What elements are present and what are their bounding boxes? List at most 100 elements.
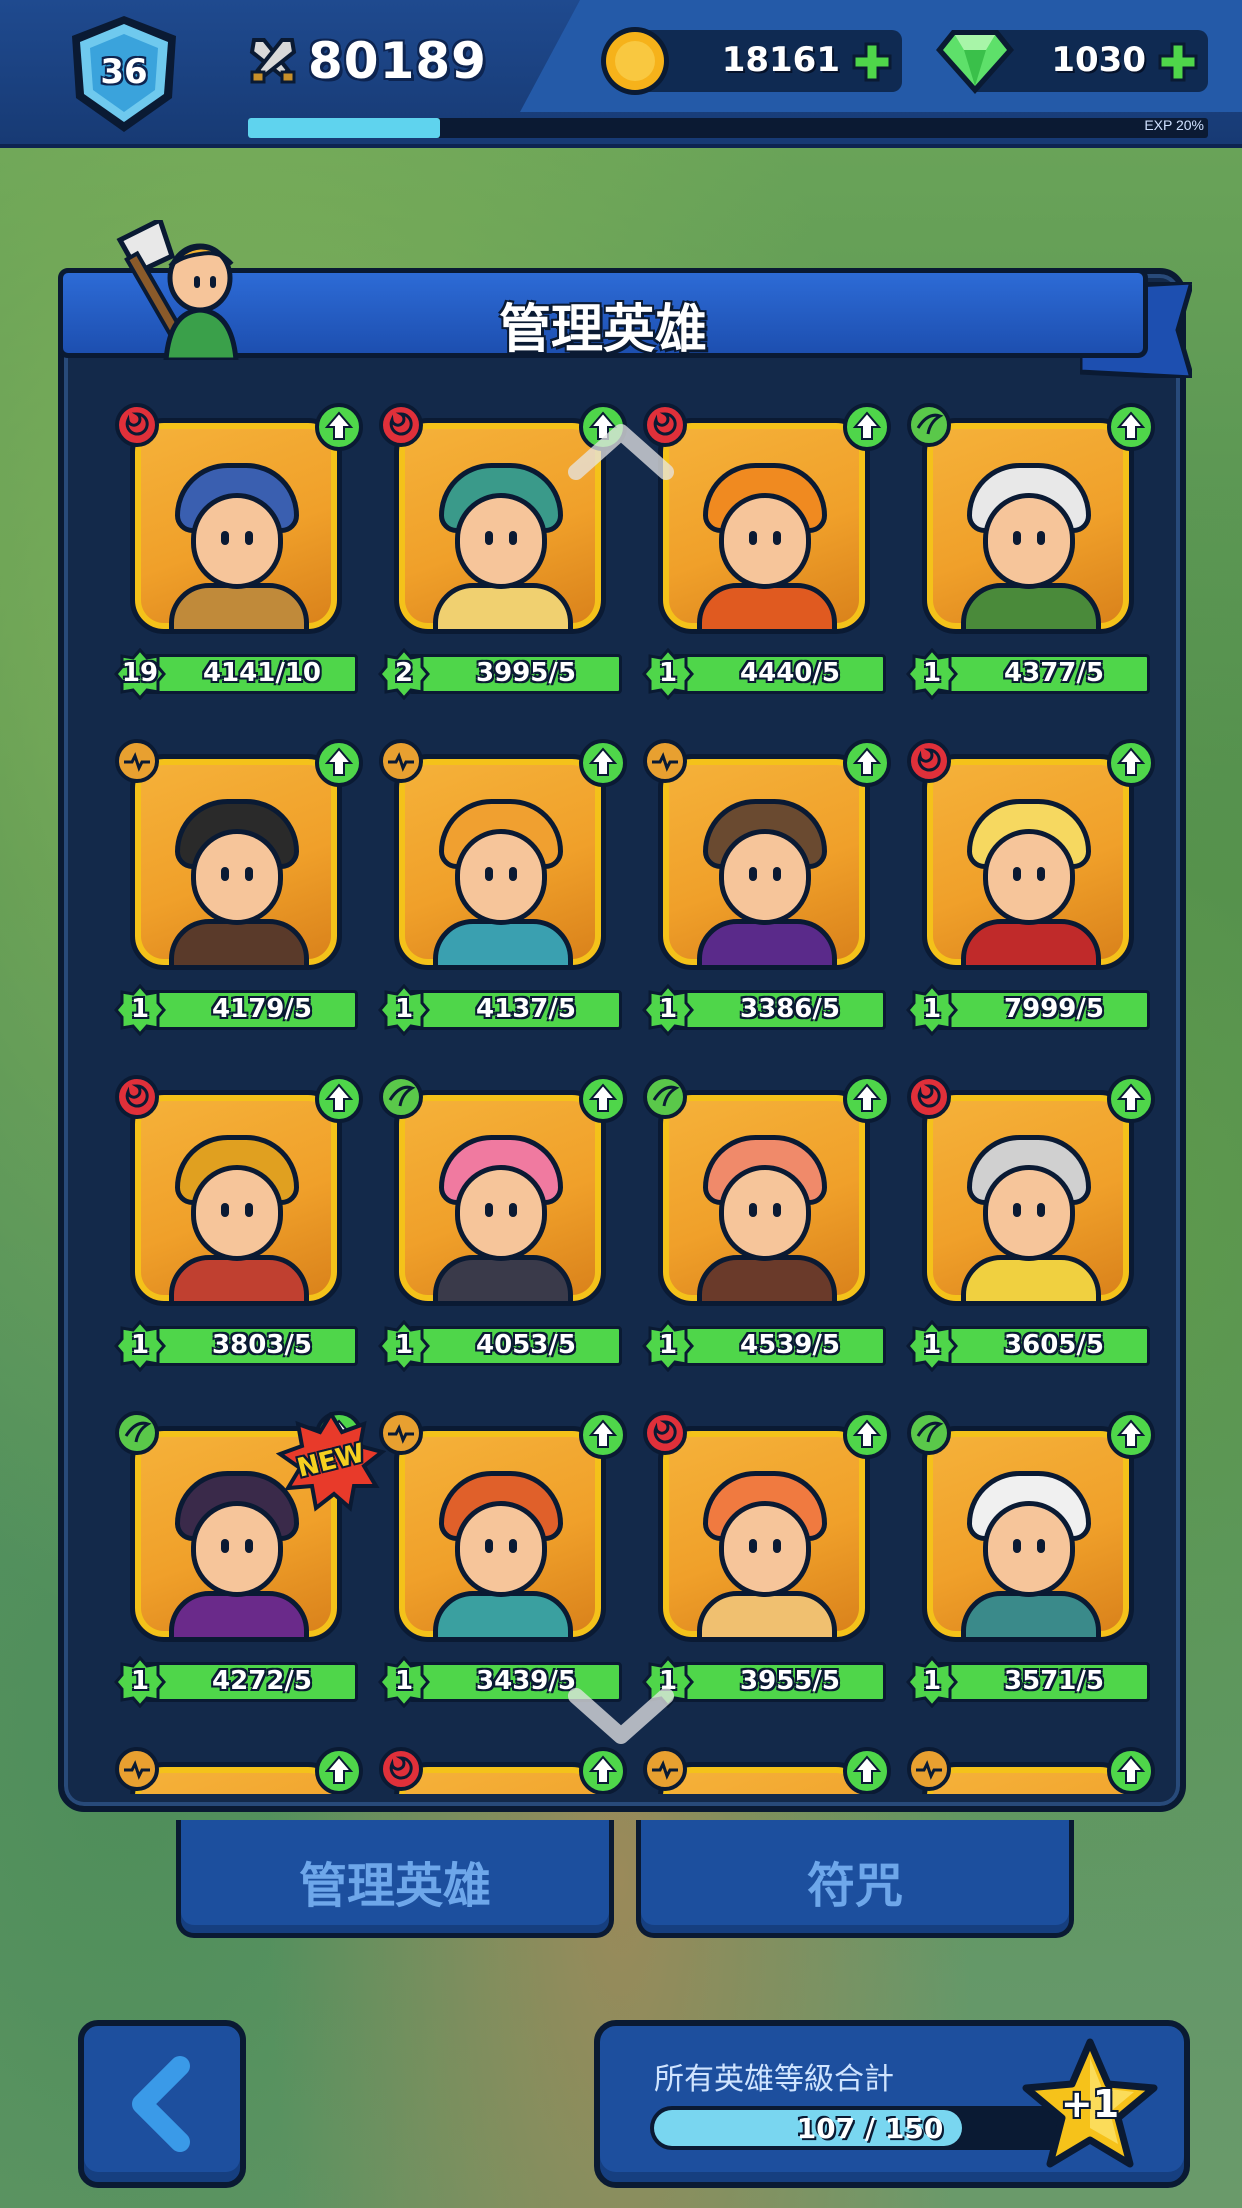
hero-face (983, 493, 1075, 589)
upgrade-arrow-icon[interactable] (1106, 402, 1156, 452)
hero-card[interactable]: 1 4179/5 (114, 739, 363, 1040)
hero-eye (509, 1203, 517, 1217)
hero-body (169, 1591, 309, 1637)
upgrade-arrow-icon[interactable] (578, 1746, 628, 1794)
hero-eye (221, 531, 229, 545)
hero-level: 1 (658, 658, 678, 688)
hero-power: 4137/5 (476, 994, 576, 1024)
hero-stats-bar: 1 4272/5 (114, 1656, 360, 1708)
hero-body (961, 919, 1101, 965)
upgrade-arrow-icon[interactable] (314, 402, 364, 452)
hero-card[interactable] (115, 1747, 363, 1794)
hero-card[interactable]: 1 3386/5 (642, 739, 891, 1040)
hero-card[interactable]: 1 7999/5 (906, 739, 1155, 1040)
level-reward-star[interactable]: +1 (1020, 2036, 1160, 2176)
upgrade-arrow-icon[interactable] (314, 1074, 364, 1124)
hero-card[interactable]: 1 4539/5 (642, 1075, 891, 1376)
upgrade-arrow-icon[interactable] (578, 1074, 628, 1124)
hero-level: 19 (121, 658, 159, 688)
hero-stats-bar: 1 4179/5 (114, 984, 360, 1036)
hero-card[interactable] (379, 1747, 627, 1794)
hero-card[interactable] (907, 1747, 1155, 1794)
hero-card[interactable]: 1 3605/5 (906, 1075, 1155, 1376)
hero-power: 3571/5 (1004, 1666, 1104, 1696)
add-coins-icon[interactable] (850, 40, 894, 84)
hero-eye (1037, 531, 1045, 545)
heroes-grid[interactable]: 19 4141/10 2 3995/5 1 4440/5 1 4377/5 1 4179/5 1 41… (100, 390, 1160, 1794)
upgrade-arrow-icon[interactable] (578, 738, 628, 788)
hero-card[interactable]: 1 3955/5 (642, 1411, 891, 1712)
upgrade-arrow-icon[interactable] (1106, 738, 1156, 788)
gem-icon (936, 30, 1014, 94)
hero-eye (773, 867, 781, 881)
hero-face (455, 493, 547, 589)
hero-level: 1 (394, 1330, 414, 1360)
hero-stats-bar: 1 4137/5 (378, 984, 624, 1036)
player-level-badge[interactable]: 36 (62, 12, 186, 136)
upgrade-arrow-icon[interactable] (842, 1746, 892, 1794)
upgrade-arrow-icon[interactable] (842, 1410, 892, 1460)
hero-stats-bar: 1 3571/5 (906, 1656, 1152, 1708)
hero-level: 1 (922, 994, 942, 1024)
hero-card[interactable]: 19 4141/10 (114, 403, 363, 704)
upgrade-arrow-icon[interactable] (842, 738, 892, 788)
add-gems-icon[interactable] (1156, 40, 1200, 84)
wind-element-icon (643, 1075, 687, 1119)
fire-element-icon (643, 1411, 687, 1455)
upgrade-arrow-icon[interactable] (314, 738, 364, 788)
tab-charms[interactable]: 符咒 (636, 1820, 1074, 1938)
wind-element-icon (379, 1075, 423, 1119)
hero-level: 1 (130, 1666, 150, 1696)
ice-priestess-hero-portrait (394, 754, 606, 970)
hero-eye (1037, 1203, 1045, 1217)
fire-element-icon (907, 1075, 951, 1119)
upgrade-arrow-icon[interactable] (1106, 1074, 1156, 1124)
upgrade-arrow-icon[interactable] (842, 1074, 892, 1124)
back-button[interactable] (78, 2020, 246, 2188)
hero-eye (221, 867, 229, 881)
flame-queen-hero-portrait (394, 1426, 606, 1642)
new-badge: NEW (275, 1410, 387, 1512)
orange-hooded-hero-portrait (658, 418, 870, 634)
fire-element-icon (379, 403, 423, 447)
fire-element-icon (115, 403, 159, 447)
total-hero-level-box[interactable]: 所有英雄等級合計 107 / 150 +1 (594, 2020, 1190, 2188)
scroll-down-chevron-icon[interactable] (566, 1688, 676, 1748)
hero-face (455, 1165, 547, 1261)
hero-card[interactable]: 1 4272/5 NEW (114, 1410, 387, 1712)
hero-power: 7999/5 (1004, 994, 1104, 1024)
hero-card[interactable]: 1 4377/5 (906, 403, 1155, 704)
hero-card[interactable]: 1 3571/5 (906, 1411, 1155, 1712)
hero-card[interactable] (643, 1747, 891, 1794)
light-element-icon (643, 1747, 687, 1791)
hero-eye (773, 531, 781, 545)
tab-manage-heroes[interactable]: 管理英雄 (176, 1820, 614, 1938)
hero-card[interactable]: 1 3803/5 (114, 1075, 363, 1376)
hero-stats-bar: 1 4440/5 (642, 648, 888, 700)
hero-power: 3803/5 (212, 1330, 312, 1360)
hero-stats-bar: 1 3605/5 (906, 1320, 1152, 1372)
upgrade-arrow-icon[interactable] (1106, 1410, 1156, 1460)
hero-power: 4539/5 (740, 1330, 840, 1360)
upgrade-arrow-icon[interactable] (578, 1410, 628, 1460)
hero-card[interactable]: 1 4440/5 (642, 403, 891, 704)
paladin-hero-portrait (922, 1090, 1134, 1306)
upgrade-arrow-icon[interactable] (842, 402, 892, 452)
upgrade-arrow-icon[interactable] (314, 1746, 364, 1794)
hero-eye (1037, 1539, 1045, 1553)
hero-eye (1013, 531, 1021, 545)
hero-stats-bar: 1 4539/5 (642, 1320, 888, 1372)
horned-goblin-hero-portrait (922, 418, 1134, 634)
upgrade-arrow-icon[interactable] (1106, 1746, 1156, 1794)
light-element-icon (379, 1411, 423, 1455)
hero-card[interactable]: 1 4137/5 (378, 739, 627, 1040)
hero-face (719, 1165, 811, 1261)
hero-eye (509, 1539, 517, 1553)
hero-card[interactable]: 1 3439/5 (378, 1411, 627, 1712)
hero-eye (1013, 1203, 1021, 1217)
hero-card[interactable]: 1 4053/5 (378, 1075, 627, 1376)
hero-level: 1 (394, 1666, 414, 1696)
hero-power: 4053/5 (476, 1330, 576, 1360)
scroll-up-chevron-icon[interactable] (566, 420, 676, 480)
helmet-mage-hero-portrait (658, 754, 870, 970)
